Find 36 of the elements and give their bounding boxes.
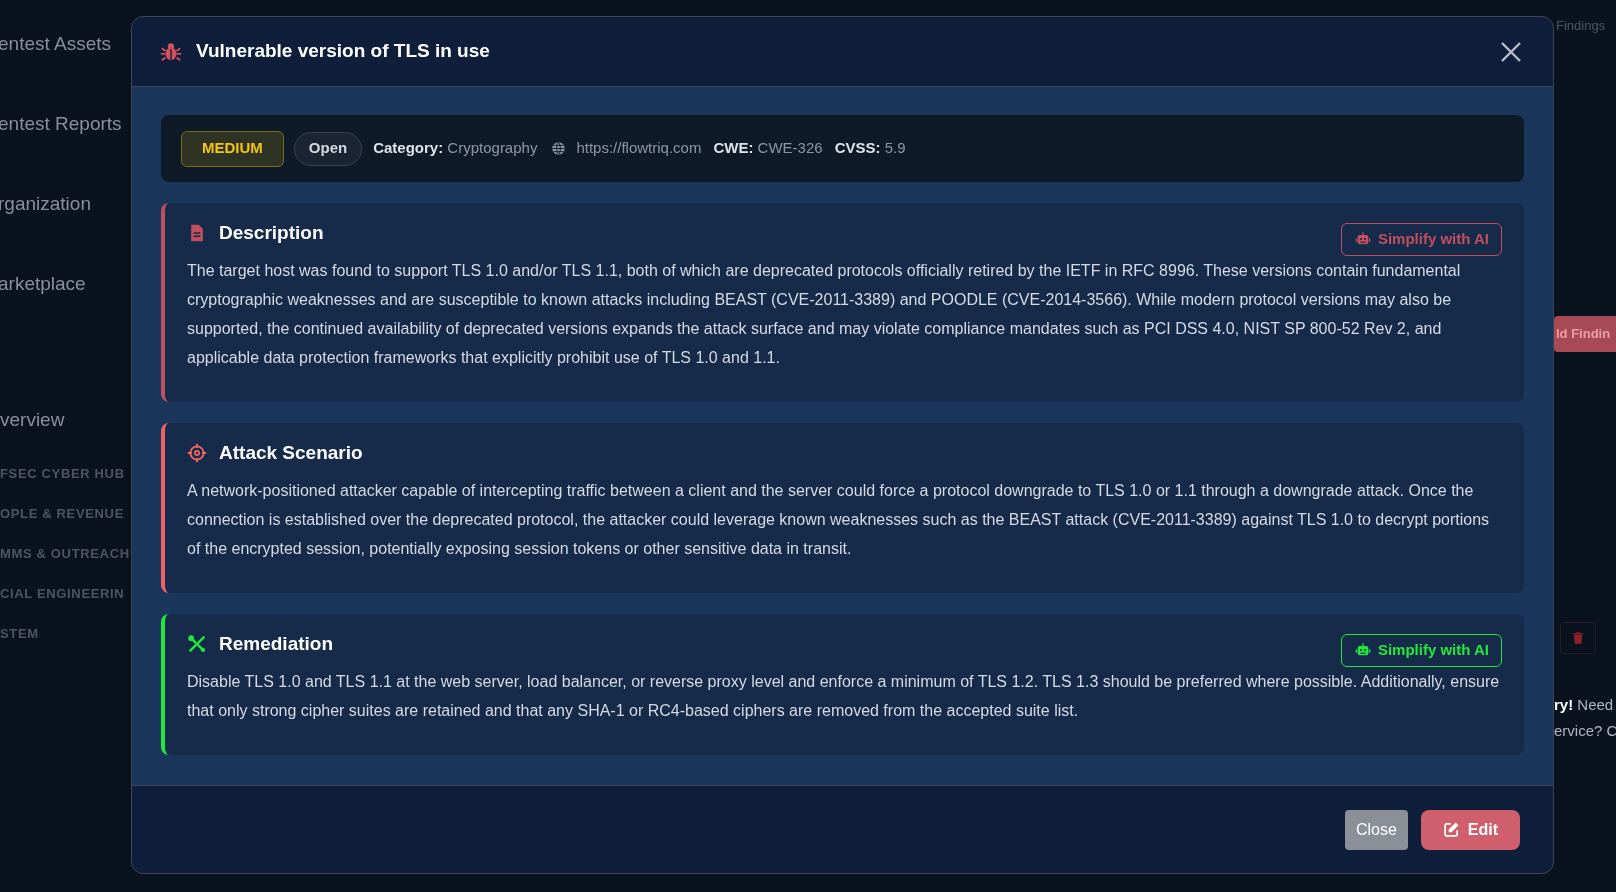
sidebar-group-label[interactable]: FSEC CYBER HUB [0, 464, 131, 504]
meta-field: Category: Cryptography [373, 137, 538, 160]
sidebar-group-label[interactable]: STEM [0, 624, 131, 664]
edit-icon [1442, 821, 1460, 838]
robot-icon [1353, 231, 1372, 247]
simplify-ai-button[interactable]: Simplify with AI [1340, 222, 1502, 256]
robot-icon [1353, 642, 1372, 658]
section-title: Remediation [219, 631, 334, 656]
sidebar-group-label[interactable]: OPLE & REVENUE [0, 504, 131, 544]
section-title: Description [219, 220, 324, 245]
status-badge: Open [293, 131, 363, 166]
sidebar-heading: verview [0, 408, 66, 432]
notice-text: ry! Need ervice? C [1554, 694, 1616, 741]
close-icon [1499, 39, 1523, 64]
meta-field: CWE: CWE-326 [713, 137, 823, 160]
target-url[interactable]: https://flowtriq.com [576, 137, 702, 160]
section-text: A network-positioned attacker capable of intercepting traffic between a client and the server could force a protocol downgrade to TLS 1.0 or 1.1 through a downgrade attack. Once the connection is established over the deprecated protocol, the attacker could leverage known weaknesses such as the BEAST attack (CVE-2011-3389) against TLS 1.0 to decrypt portions of the encrypted session, potentially exposing session tokens or other sensitive data in transit. [187, 481, 1491, 559]
trash-icon [1571, 629, 1585, 646]
sidebar-group-label[interactable]: MMS & OUTREACH [0, 544, 131, 584]
crosshair-icon [187, 443, 207, 463]
section-text: Disable TLS 1.0 and TLS 1.1 at the web server, load balancer, or reverse proxy level and enforce a minimum of TLS 1.2. TLS 1.3 should be preferred where possible. Additionally, ensure that only strong cipher suites are retained and that any SHA-1 or RC4-based ciphers are removed from the accepted suite list. [187, 672, 1501, 721]
close-button[interactable]: Close [1344, 809, 1408, 850]
section-title: Attack Scenario [219, 440, 363, 465]
bug-icon [160, 40, 182, 63]
edit-button[interactable]: Edit [1420, 809, 1520, 850]
meta-field: CVSS: 5.9 [834, 137, 906, 160]
add-finding-button[interactable]: ld Findin [1554, 316, 1616, 352]
tools-icon [187, 634, 207, 654]
sidebar-group-label[interactable]: CIAL ENGINEERIN [0, 584, 131, 624]
dialog-title: Vulnerable version of TLS in use [196, 39, 490, 64]
severity-badge: MEDIUM [181, 130, 284, 167]
simplify-ai-button[interactable]: Simplify with AI [1340, 633, 1502, 667]
section-text: The target host was found to support TLS 1.0 and/or TLS 1.1, both of which are deprecated protocols officially retired by the IETF in RFC 8996. These versions contain fundamental cryptographic weaknesses and are susceptible to known attacks including BEAST (CVE-2011-3389) and POODLE (CVE-2014-3566). While modern protocol versions may also be supported, the continued availability of deprecated versions expands the attack surface and may violate compliance mandates such as PCI DSS 4.0, NIST SP 800-52 Rev 2, and applicable data protection frameworks that explicitly prohibit use of TLS 1.0 and 1.1. [187, 261, 1462, 368]
globe-icon [551, 141, 567, 156]
sidebar-item[interactable]: rganization [0, 190, 131, 270]
page-label: Findings [1555, 17, 1607, 35]
